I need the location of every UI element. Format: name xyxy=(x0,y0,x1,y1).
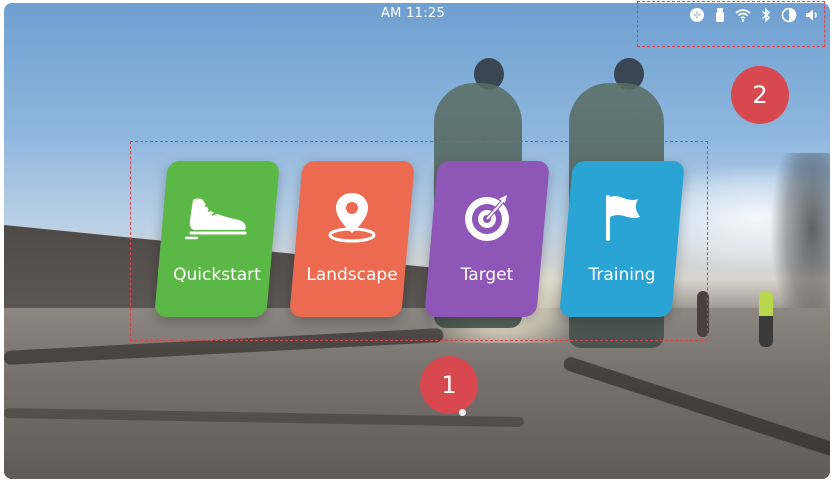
app-tile-quickstart[interactable]: Quickstart xyxy=(154,161,280,317)
volume-icon[interactable] xyxy=(804,7,820,23)
app-tile-training[interactable]: Training xyxy=(559,161,685,317)
callout-badge-2: 2 xyxy=(731,66,789,124)
location-pin-icon xyxy=(320,187,384,247)
app-label-landscape: Landscape xyxy=(306,265,398,285)
page-indicator-dot[interactable] xyxy=(459,409,466,416)
app-tile-target[interactable]: Target xyxy=(424,161,550,317)
flag-icon xyxy=(590,187,654,247)
app-label-quickstart: Quickstart xyxy=(173,265,261,285)
wifi-icon[interactable] xyxy=(735,7,751,23)
brightness-icon[interactable] xyxy=(781,7,797,23)
app-label-training: Training xyxy=(588,265,656,285)
fan-icon[interactable] xyxy=(689,7,705,23)
shoe-icon xyxy=(185,187,249,247)
distant-runner xyxy=(759,291,773,347)
status-icons xyxy=(689,7,820,23)
bluetooth-icon[interactable] xyxy=(758,7,774,23)
callout-badge-1: 1 xyxy=(420,356,478,414)
app-label-target: Target xyxy=(460,265,514,285)
usb-icon[interactable] xyxy=(712,7,728,23)
app-tile-landscape[interactable]: Landscape xyxy=(289,161,415,317)
target-icon xyxy=(455,187,519,247)
